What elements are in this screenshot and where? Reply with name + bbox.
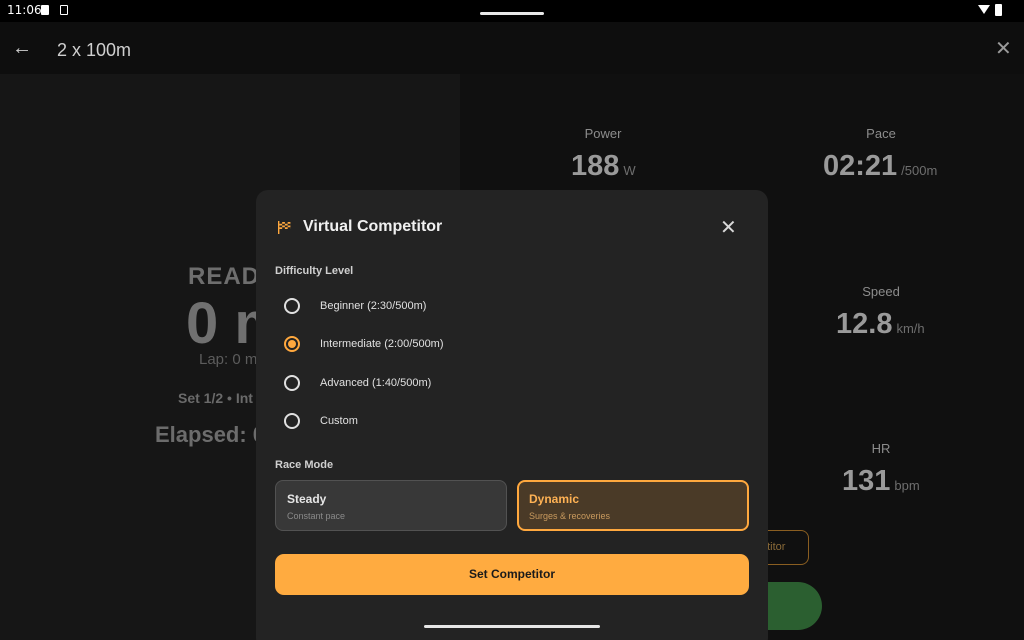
battery-icon: [995, 4, 1002, 16]
pace-value: 02:21/500m: [823, 150, 938, 182]
set-info: Set 1/2 • Int: [178, 390, 253, 406]
race-mode-dynamic[interactable]: Dynamic Surges & recoveries: [517, 480, 749, 531]
status-time: 11:06: [7, 3, 42, 17]
status-bar: 11:06: [0, 0, 1024, 22]
radio-button[interactable]: [284, 375, 300, 391]
notification-icon: [60, 5, 68, 15]
top-handle: [480, 12, 544, 15]
back-arrow-icon[interactable]: ←: [12, 38, 32, 58]
difficulty-option-intermediate[interactable]: Intermediate (2:00/500m): [275, 327, 745, 361]
option-label: Intermediate (2:00/500m): [320, 338, 444, 350]
mode-subtitle: Surges & recoveries: [529, 511, 611, 521]
power-value: 188 W: [571, 150, 636, 182]
checkered-flag-icon: [278, 221, 291, 234]
button-label: Set Competitor: [468, 567, 555, 581]
workout-title: 2 x 100m: [57, 40, 132, 60]
dialog-close-icon[interactable]: ✕: [720, 218, 737, 238]
radio-button-selected[interactable]: [284, 336, 300, 352]
difficulty-option-custom[interactable]: Custom: [275, 404, 745, 438]
elapsed-time: Elapsed: 0: [155, 422, 266, 447]
workout-status: READ: [188, 263, 261, 290]
lap-distance: Lap: 0 m: [199, 351, 258, 368]
difficulty-option-advanced[interactable]: Advanced (1:40/500m): [275, 366, 745, 400]
speed-value: 12.8 km/h: [836, 308, 925, 340]
mode-title: Dynamic: [529, 492, 580, 506]
close-icon[interactable]: ✕: [995, 39, 1012, 59]
app-bar: ← 2 x 100m ✕: [0, 22, 1024, 74]
mode-subtitle: Constant pace: [287, 511, 346, 521]
gesture-nav-handle[interactable]: [424, 625, 600, 628]
set-competitor-button[interactable]: Set Competitor: [275, 554, 749, 595]
option-label: Custom: [320, 415, 358, 427]
hr-value: 131 bpm: [842, 465, 920, 497]
dialog-title: Virtual Competitor: [303, 218, 443, 235]
mode-title: Steady: [287, 492, 327, 506]
speed-label: Speed: [862, 284, 900, 299]
difficulty-option-beginner[interactable]: Beginner (2:30/500m): [275, 289, 745, 323]
pace-label: Pace: [866, 126, 896, 141]
option-label: Beginner (2:30/500m): [320, 300, 427, 312]
virtual-competitor-dialog: Virtual Competitor ✕ Difficulty Level Be…: [256, 190, 768, 640]
radio-button[interactable]: [284, 413, 300, 429]
power-label: Power: [584, 126, 622, 141]
race-mode-label: Race Mode: [275, 459, 334, 471]
sd-card-icon: [41, 5, 49, 15]
wifi-icon: [978, 5, 990, 14]
option-label: Advanced (1:40/500m): [320, 377, 432, 389]
hr-label: HR: [871, 441, 891, 456]
difficulty-label: Difficulty Level: [275, 265, 354, 277]
radio-button[interactable]: [284, 298, 300, 314]
race-mode-steady[interactable]: Steady Constant pace: [275, 480, 507, 531]
